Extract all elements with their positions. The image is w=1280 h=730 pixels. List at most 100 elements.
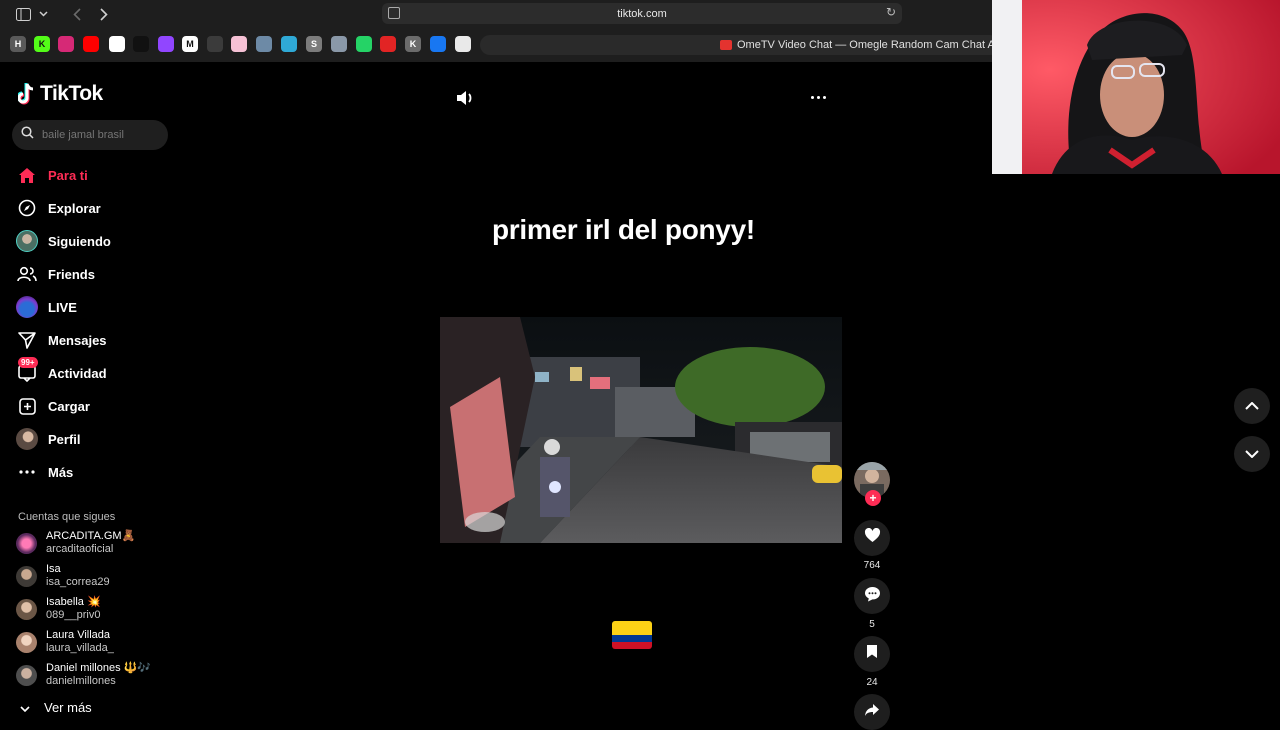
home-icon <box>16 164 38 186</box>
following-item[interactable]: Isa isa_correa29 <box>16 561 176 591</box>
compass-icon <box>16 197 38 219</box>
url-text: tiktok.com <box>617 7 667 20</box>
nav-label: Actividad <box>48 365 107 381</box>
following-item[interactable]: Laura Villada laura_villada_ <box>16 627 176 657</box>
following-username: isa_correa29 <box>46 576 110 588</box>
nav-label: Perfil <box>48 431 81 447</box>
following-item[interactable]: Daniel millones 🔱🎶 danielmillones <box>16 660 176 690</box>
following-name: Isa <box>46 563 61 575</box>
youtube-icon[interactable] <box>83 36 99 52</box>
search-icon <box>21 126 34 144</box>
photo-icon[interactable] <box>331 36 347 52</box>
previous-video-button[interactable] <box>1234 388 1270 424</box>
page-info-icon[interactable] <box>388 7 400 19</box>
share-icon <box>864 703 880 722</box>
bolt-icon[interactable] <box>207 36 223 52</box>
nav-friends[interactable]: Friends <box>16 261 166 287</box>
tiktok-logo[interactable]: TikTok <box>16 82 103 106</box>
sidebar-toggle-icon[interactable] <box>14 5 32 23</box>
nav-perfil[interactable]: Perfil <box>16 426 166 452</box>
k-icon[interactable]: K <box>405 36 421 52</box>
active-tab-title: OmeTV Video Chat — Omegle Random Cam Cha… <box>737 39 1010 51</box>
nav-label: Explorar <box>48 200 101 216</box>
follow-plus-button[interactable]: + <box>865 490 881 506</box>
nav-siguiendo[interactable]: Siguiendo <box>16 228 166 254</box>
reload-icon[interactable]: ↻ <box>886 5 896 19</box>
image-icon[interactable] <box>256 36 272 52</box>
volume-icon[interactable] <box>454 87 476 109</box>
nav-live[interactable]: LIVE <box>16 294 166 320</box>
nav-label: Cargar <box>48 398 90 414</box>
following-username: arcaditaoficial <box>46 543 114 555</box>
tiktok-icon[interactable] <box>133 36 149 52</box>
tiktok-wordmark: TikTok <box>40 82 103 105</box>
nav-label: LIVE <box>48 299 77 315</box>
nav-label: Mensajes <box>48 332 107 348</box>
video-player[interactable] <box>440 317 842 543</box>
meta-icon[interactable] <box>430 36 446 52</box>
upload-plus-icon <box>16 395 38 417</box>
kick-icon[interactable]: K <box>34 36 50 52</box>
comment-icon <box>864 586 881 607</box>
following-username: laura_villada_ <box>46 642 114 654</box>
openai-icon[interactable] <box>455 36 471 52</box>
medium-icon[interactable]: M <box>182 36 198 52</box>
omegle-favicon-icon <box>720 40 732 50</box>
h-icon[interactable]: H <box>10 36 26 52</box>
nav-cargar[interactable]: Cargar <box>16 393 166 419</box>
search-box[interactable] <box>12 120 168 150</box>
following-item[interactable]: ARCADITA.GM🧸 arcaditaoficial <box>16 528 176 558</box>
s-icon[interactable]: S <box>306 36 322 52</box>
likes-count: 764 <box>863 560 881 571</box>
nav-mas[interactable]: Más <box>16 459 166 485</box>
saves-count: 24 <box>866 677 878 688</box>
share-button[interactable] <box>854 694 890 730</box>
see-more-link[interactable]: Ver más <box>20 700 92 715</box>
address-bar[interactable]: tiktok.com ↻ <box>382 3 902 24</box>
nav-mensajes[interactable]: Mensajes <box>16 327 166 353</box>
nav-actividad[interactable]: 99+ Actividad <box>16 357 166 386</box>
avatar <box>16 598 37 620</box>
following-username: 089__priv0 <box>46 609 101 621</box>
chevron-down-icon <box>1245 445 1259 463</box>
save-button[interactable] <box>854 636 890 672</box>
active-tab[interactable]: OmeTV Video Chat — Omegle Random Cam Cha… <box>720 36 1010 54</box>
avatar <box>16 664 37 686</box>
activity-icon: 99+ <box>16 357 38 384</box>
nav-label: Friends <box>48 266 95 282</box>
following-item[interactable]: Isabella 💥 089__priv0 <box>16 594 176 624</box>
comments-count: 5 <box>869 619 875 630</box>
more-dots-icon <box>16 461 38 483</box>
following-username: danielmillones <box>46 675 116 687</box>
nav-para-ti[interactable]: Para ti <box>16 162 166 188</box>
instagram-icon[interactable] <box>58 36 74 52</box>
cube-icon[interactable] <box>281 36 297 52</box>
following-name: Laura Villada <box>46 629 111 641</box>
following-header: Cuentas que sigues <box>18 511 116 523</box>
whatsapp-icon[interactable] <box>356 36 372 52</box>
heart-icon <box>864 527 881 548</box>
comment-button[interactable] <box>854 578 890 614</box>
nav-label: Para ti <box>48 167 88 183</box>
forward-icon[interactable] <box>95 5 113 23</box>
shield-app-icon[interactable] <box>109 36 125 52</box>
friends-icon <box>16 263 38 285</box>
back-icon[interactable] <box>68 5 86 23</box>
like-button[interactable] <box>854 520 890 556</box>
following-name: Daniel millones 🔱🎶 <box>46 662 152 674</box>
nav-label: Siguiendo <box>48 233 111 249</box>
live-avatar <box>16 296 38 318</box>
chevron-down-icon <box>20 700 30 715</box>
more-options-icon[interactable] <box>808 87 828 107</box>
next-video-button[interactable] <box>1234 436 1270 472</box>
avatar <box>16 631 37 653</box>
app-pink-icon[interactable] <box>231 36 247 52</box>
following-name: Isabella 💥 <box>46 596 101 608</box>
twitch-icon[interactable] <box>158 36 174 52</box>
nav-explorar[interactable]: Explorar <box>16 195 166 221</box>
search-input[interactable] <box>42 129 162 141</box>
chevron-down-icon[interactable] <box>34 5 52 23</box>
red-app-icon[interactable] <box>380 36 396 52</box>
nav-label: Más <box>48 464 74 480</box>
webcam-overlay <box>992 0 1280 174</box>
